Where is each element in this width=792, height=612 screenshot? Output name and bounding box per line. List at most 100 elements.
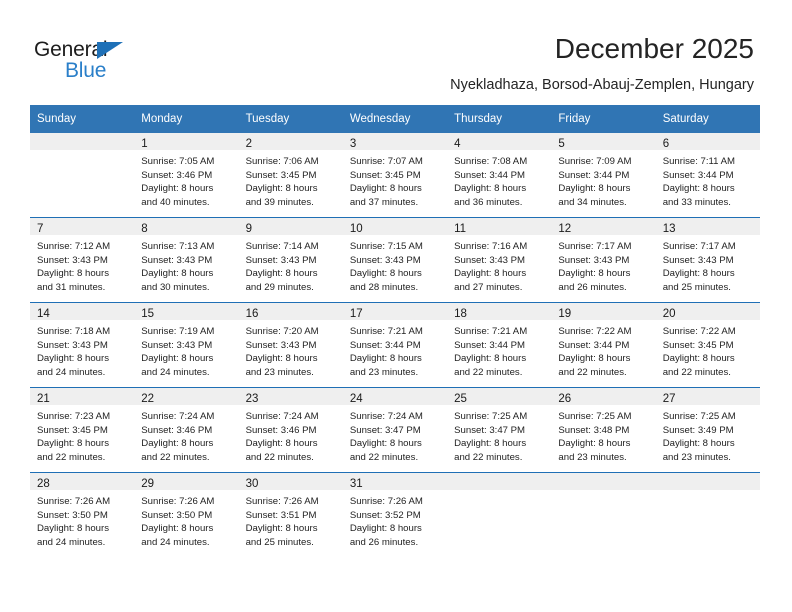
sunset-text: Sunset: 3:46 PM: [141, 169, 213, 181]
calendar-day-cell[interactable]: 16 Sunrise: 7:20 AM Sunset: 3:43 PM Dayligh…: [238, 302, 343, 388]
calendar-day-cell[interactable]: 10 Sunrise: 7:15 AM Sunset: 3:43 PM Dayligh…: [342, 217, 448, 303]
sunrise-text: Sunrise: 7:21 AM: [454, 326, 528, 337]
day-cell-details: Sunrise: 7:22 AM Sunset: 3:45 PM Daylight:…: [656, 320, 760, 379]
day-cell-details: Sunrise: 7:23 AM Sunset: 3:45 PM Daylight:…: [30, 405, 134, 464]
calendar-day-cell[interactable]: 22 Sunrise: 7:24 AM Sunset: 3:46 PM Dayligh…: [134, 387, 239, 473]
daylight-text-line1: Daylight: 8 hours: [558, 268, 631, 280]
daylight-text-line2: and 22 minutes.: [454, 366, 523, 378]
day-cell-inner: [655, 473, 760, 557]
daylight-text-line2: and 31 minutes.: [37, 281, 106, 293]
sunset-text: Sunset: 3:43 PM: [141, 254, 213, 266]
sunset-text: Sunset: 3:52 PM: [349, 509, 421, 521]
day-cell-details: Sunrise: 7:19 AM Sunset: 3:43 PM Daylight:…: [134, 320, 238, 379]
daylight-text-line1: Daylight: 8 hours: [349, 353, 422, 365]
calendar-day-cell[interactable]: 24 Sunrise: 7:24 AM Sunset: 3:47 PM Dayligh…: [342, 387, 448, 473]
weekday-header-row: Sunday Monday Tuesday Wednesday Thursday Frid…: [30, 105, 760, 133]
day-cell-details: Sunrise: 7:21 AM Sunset: 3:44 PM Daylight:…: [343, 320, 447, 379]
daylight-text-line1: Daylight: 8 hours: [245, 268, 318, 280]
sunset-text: Sunset: 3:43 PM: [349, 254, 421, 266]
calendar-day-cell[interactable]: 11 Sunrise: 7:16 AM Sunset: 3:43 PM Dayligh…: [447, 217, 552, 303]
daylight-text-line2: and 28 minutes.: [349, 281, 419, 293]
sunset-text: Sunset: 3:44 PM: [558, 339, 630, 351]
day-cell-details: Sunrise: 7:25 AM Sunset: 3:48 PM Daylight:…: [551, 405, 655, 464]
calendar-day-cell[interactable]: 25 Sunrise: 7:25 AM Sunset: 3:47 PM Dayligh…: [447, 387, 552, 473]
day-cell-inner: 18 Sunrise: 7:21 AM Sunset: 3:44 PM Dayligh…: [447, 303, 552, 387]
day-cell-inner: 14 Sunrise: 7:18 AM Sunset: 3:43 PM Dayligh…: [30, 303, 135, 387]
day-cell-details: Sunrise: 7:07 AM Sunset: 3:45 PM Daylight:…: [343, 150, 447, 209]
calendar-day-cell[interactable]: 3 Sunrise: 7:07 AM Sunset: 3:45 PM Daylight…: [342, 133, 448, 218]
daylight-text-line1: Daylight: 8 hours: [141, 183, 214, 195]
calendar-day-cell[interactable]: 6 Sunrise: 7:11 AM Sunset: 3:44 PM Daylight…: [655, 133, 760, 218]
day-number: 24: [349, 393, 363, 405]
day-number-band: 9: [238, 218, 343, 235]
calendar-day-cell[interactable]: 29 Sunrise: 7:26 AM Sunset: 3:50 PM Dayligh…: [134, 472, 239, 557]
sunrise-text: Sunrise: 7:05 AM: [141, 156, 215, 167]
calendar-day-cell[interactable]: 31 Sunrise: 7:26 AM Sunset: 3:52 PM Dayligh…: [342, 472, 448, 557]
calendar-day-cell[interactable]: 20 Sunrise: 7:22 AM Sunset: 3:45 PM Dayligh…: [655, 302, 760, 388]
calendar-day-cell[interactable]: 13 Sunrise: 7:17 AM Sunset: 3:43 PM Dayligh…: [655, 217, 760, 303]
sunset-text: Sunset: 3:45 PM: [662, 339, 734, 351]
weekday-header-wednesday: Wednesday: [342, 105, 448, 133]
sunrise-text: Sunrise: 7:22 AM: [558, 326, 632, 337]
calendar-day-cell[interactable]: 28 Sunrise: 7:26 AM Sunset: 3:50 PM Dayligh…: [30, 472, 135, 557]
calendar-day-cell[interactable]: 8 Sunrise: 7:13 AM Sunset: 3:43 PM Daylight…: [134, 217, 239, 303]
sunrise-text: Sunrise: 7:24 AM: [245, 411, 319, 422]
calendar-day-cell[interactable]: 18 Sunrise: 7:21 AM Sunset: 3:44 PM Dayligh…: [447, 302, 552, 388]
day-number-band: 16: [238, 303, 343, 320]
calendar-day-cell[interactable]: 14 Sunrise: 7:18 AM Sunset: 3:43 PM Dayligh…: [30, 302, 135, 388]
sunrise-text: Sunrise: 7:17 AM: [558, 241, 632, 252]
day-cell-inner: 28 Sunrise: 7:26 AM Sunset: 3:50 PM Dayligh…: [30, 473, 135, 557]
calendar-day-cell[interactable]: 1 Sunrise: 7:05 AM Sunset: 3:46 PM Daylight…: [134, 133, 239, 218]
sunrise-text: Sunrise: 7:11 AM: [662, 156, 736, 167]
calendar-day-cell[interactable]: 12 Sunrise: 7:17 AM Sunset: 3:43 PM Dayligh…: [551, 217, 656, 303]
daylight-text-line1: Daylight: 8 hours: [349, 523, 422, 535]
calendar-day-cell[interactable]: 2 Sunrise: 7:06 AM Sunset: 3:45 PM Daylight…: [238, 133, 343, 218]
daylight-text-line2: and 34 minutes.: [558, 196, 627, 208]
day-cell-details: Sunrise: 7:12 AM Sunset: 3:43 PM Daylight:…: [30, 235, 134, 294]
page-header: General Blue December 2025 Nyekladhaza, …: [0, 0, 792, 100]
daylight-text-line1: Daylight: 8 hours: [141, 353, 214, 365]
calendar-day-cell[interactable]: 7 Sunrise: 7:12 AM Sunset: 3:43 PM Daylight…: [30, 217, 135, 303]
calendar-day-cell[interactable]: 17 Sunrise: 7:21 AM Sunset: 3:44 PM Dayligh…: [342, 302, 448, 388]
sunset-text: Sunset: 3:44 PM: [454, 169, 526, 181]
day-number: 3: [349, 138, 357, 150]
calendar-day-cell[interactable]: 9 Sunrise: 7:14 AM Sunset: 3:43 PM Daylight…: [238, 217, 343, 303]
daylight-text-line2: and 29 minutes.: [245, 281, 314, 293]
sunset-text: Sunset: 3:43 PM: [141, 339, 213, 351]
day-number-band: 15: [134, 303, 239, 320]
calendar-day-cell[interactable]: 5 Sunrise: 7:09 AM Sunset: 3:44 PM Daylight…: [551, 133, 656, 218]
day-cell-details: Sunrise: 7:26 AM Sunset: 3:52 PM Daylight:…: [343, 490, 447, 549]
calendar-day-cell[interactable]: 30 Sunrise: 7:26 AM Sunset: 3:51 PM Dayligh…: [238, 472, 343, 557]
day-number: 5: [558, 138, 565, 150]
day-number-band: 7: [30, 218, 135, 235]
calendar-day-cell[interactable]: 4 Sunrise: 7:08 AM Sunset: 3:44 PM Daylight…: [447, 133, 552, 218]
day-cell-inner: 20 Sunrise: 7:22 AM Sunset: 3:45 PM Dayligh…: [655, 303, 760, 387]
day-cell-details: [656, 490, 760, 495]
day-cell-inner: 6 Sunrise: 7:11 AM Sunset: 3:44 PM Daylight…: [655, 133, 760, 217]
sunrise-text: Sunrise: 7:24 AM: [349, 411, 423, 422]
sunset-text: Sunset: 3:46 PM: [245, 424, 317, 436]
day-cell-inner: 27 Sunrise: 7:25 AM Sunset: 3:49 PM Dayligh…: [655, 388, 760, 472]
sunrise-text: Sunrise: 7:23 AM: [37, 411, 111, 422]
day-number-band: 13: [655, 218, 760, 235]
calendar-day-cell-empty: [447, 472, 552, 557]
day-cell-details: Sunrise: 7:08 AM Sunset: 3:44 PM Daylight:…: [447, 150, 551, 209]
calendar-day-cell[interactable]: 15 Sunrise: 7:19 AM Sunset: 3:43 PM Dayligh…: [134, 302, 239, 388]
daylight-text-line2: and 22 minutes.: [558, 366, 627, 378]
daylight-text-line2: and 36 minutes.: [454, 196, 523, 208]
calendar-week-row: 21 Sunrise: 7:23 AM Sunset: 3:45 PM Dayligh…: [30, 387, 760, 473]
calendar-day-cell[interactable]: 23 Sunrise: 7:24 AM Sunset: 3:46 PM Dayligh…: [238, 387, 343, 473]
daylight-text-line1: Daylight: 8 hours: [141, 268, 214, 280]
sunrise-text: Sunrise: 7:06 AM: [245, 156, 319, 167]
day-number: 11: [454, 223, 467, 235]
day-number: 9: [245, 223, 252, 235]
calendar-day-cell[interactable]: 27 Sunrise: 7:25 AM Sunset: 3:49 PM Dayligh…: [655, 387, 760, 473]
calendar-day-cell[interactable]: 26 Sunrise: 7:25 AM Sunset: 3:48 PM Dayligh…: [551, 387, 656, 473]
calendar-day-cell[interactable]: 19 Sunrise: 7:22 AM Sunset: 3:44 PM Dayligh…: [551, 302, 656, 388]
day-number: 2: [245, 138, 252, 150]
daylight-text-line1: Daylight: 8 hours: [454, 183, 527, 195]
calendar-day-cell[interactable]: 21 Sunrise: 7:23 AM Sunset: 3:45 PM Dayligh…: [30, 387, 135, 473]
sunset-text: Sunset: 3:44 PM: [662, 169, 734, 181]
day-number-band: 26: [551, 388, 656, 405]
day-cell-details: Sunrise: 7:11 AM Sunset: 3:44 PM Daylight:…: [656, 150, 760, 209]
